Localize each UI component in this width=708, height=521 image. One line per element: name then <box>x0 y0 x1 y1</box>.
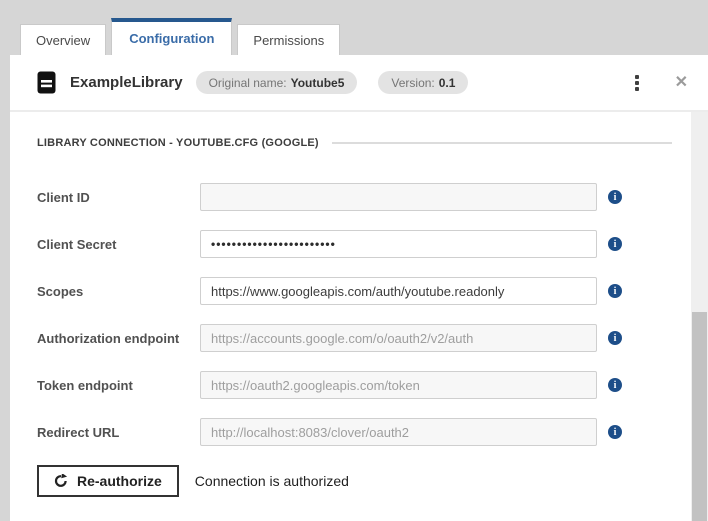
refresh-icon <box>54 474 68 487</box>
vertical-scrollbar-track[interactable] <box>691 112 708 521</box>
section-title: LIBRARY CONNECTION - YOUTUBE.CFG (GOOGLE… <box>37 137 319 149</box>
connection-form: Client ID i Client Secret i Scopes i Aut… <box>10 183 691 497</box>
client-id-label: Client ID <box>37 189 90 205</box>
token-endpoint-label: Token endpoint <box>37 377 133 393</box>
original-name-label: Original name: <box>208 75 287 90</box>
kebab-dot <box>634 80 639 85</box>
info-icon[interactable]: i <box>608 331 622 345</box>
client-secret-input[interactable] <box>200 230 597 258</box>
version-value: 0.1 <box>438 75 456 90</box>
badge-original-name: Original name: Youtube5 <box>195 71 358 94</box>
vertical-scrollbar-thumb[interactable] <box>692 312 707 521</box>
tab-bar: Overview Configuration Permissions <box>20 18 341 55</box>
info-icon[interactable]: i <box>608 425 622 439</box>
form-row-scopes: Scopes i <box>10 277 691 305</box>
version-label: Version: <box>391 75 435 90</box>
library-book-icon <box>37 71 56 94</box>
tab-overview-label: Overview <box>36 32 91 48</box>
configuration-panel: ExampleLibrary Original name: Youtube5 V… <box>10 55 708 521</box>
info-icon[interactable]: i <box>608 190 622 204</box>
library-header: ExampleLibrary Original name: Youtube5 V… <box>10 55 708 112</box>
form-content: LIBRARY CONNECTION - YOUTUBE.CFG (GOOGLE… <box>10 114 691 521</box>
authorization-endpoint-input[interactable] <box>200 324 597 352</box>
tab-configuration-label: Configuration <box>129 31 215 46</box>
form-row-client-secret: Client Secret i <box>10 230 691 258</box>
section-header: LIBRARY CONNECTION - YOUTUBE.CFG (GOOGLE… <box>37 137 672 149</box>
section-divider <box>331 142 672 144</box>
footer-row: Re-authorize Connection is authorized <box>10 465 691 497</box>
close-icon[interactable]: ✕ <box>673 73 690 93</box>
info-icon[interactable]: i <box>608 378 622 392</box>
form-row-authorization-endpoint: Authorization endpoint i <box>10 324 691 352</box>
token-endpoint-input[interactable] <box>200 371 597 399</box>
info-icon[interactable]: i <box>608 237 622 251</box>
redirect-url-input[interactable] <box>200 418 597 446</box>
badge-version: Version: 0.1 <box>378 71 469 94</box>
form-row-client-id: Client ID i <box>10 183 691 211</box>
connection-status-text: Connection is authorized <box>194 473 349 489</box>
authorization-endpoint-label: Authorization endpoint <box>37 330 180 346</box>
client-id-input[interactable] <box>200 183 597 211</box>
scopes-label: Scopes <box>37 283 84 299</box>
tab-configuration[interactable]: Configuration <box>111 18 233 55</box>
reauthorize-button[interactable]: Re-authorize <box>37 465 179 497</box>
page-title: ExampleLibrary <box>70 74 183 91</box>
info-icon[interactable]: i <box>608 284 622 298</box>
form-row-redirect-url: Redirect URL i <box>10 418 691 446</box>
form-row-token-endpoint: Token endpoint i <box>10 371 691 399</box>
scopes-input[interactable] <box>200 277 597 305</box>
tab-permissions-label: Permissions <box>253 32 325 48</box>
client-secret-label: Client Secret <box>37 236 117 252</box>
kebab-dot <box>634 74 639 79</box>
redirect-url-label: Redirect URL <box>37 424 120 440</box>
original-name-value: Youtube5 <box>290 75 345 90</box>
tab-permissions[interactable]: Permissions <box>237 24 341 55</box>
kebab-menu-button[interactable] <box>628 73 646 93</box>
tab-overview[interactable]: Overview <box>20 24 107 55</box>
reauthorize-label: Re-authorize <box>77 473 162 489</box>
kebab-dot <box>634 86 639 91</box>
